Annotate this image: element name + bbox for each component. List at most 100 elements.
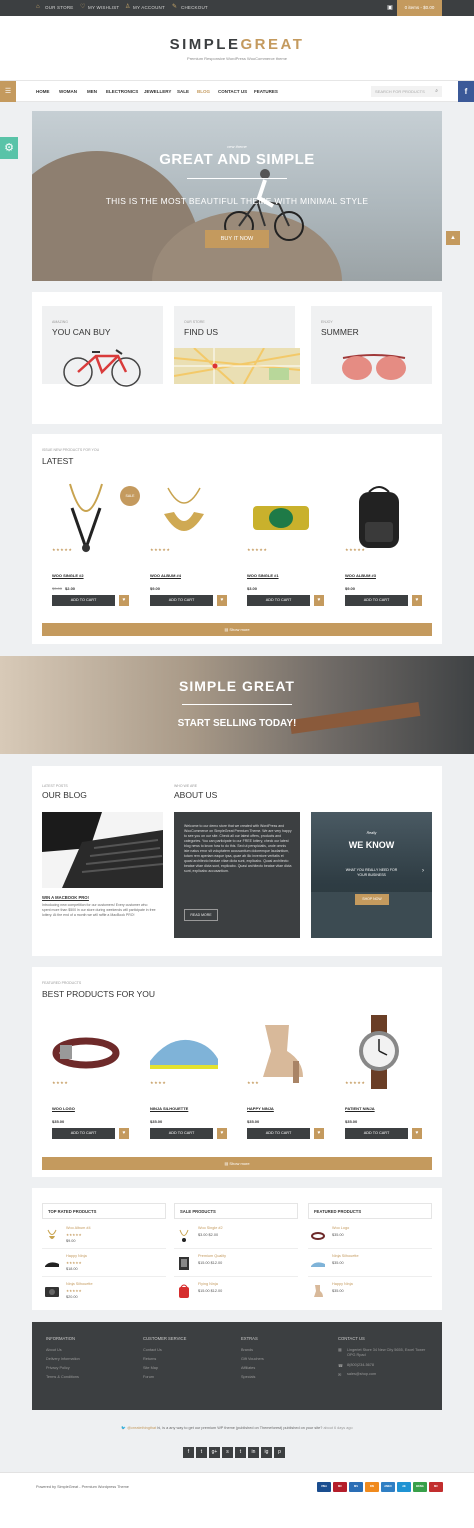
rating-stars: ★★★★★: [247, 547, 268, 552]
product-name[interactable]: WOO ALBUM #3: [345, 573, 376, 578]
instagram-icon[interactable]: ig: [261, 1447, 272, 1458]
list-item[interactable]: Woo Logo $35.00: [308, 1223, 432, 1249]
search-input[interactable]: SEARCH FOR PRODUCTS ⌕: [371, 86, 442, 97]
wishlist-icon[interactable]: ♥: [217, 595, 227, 606]
site-logo[interactable]: SIMPLEGREAT: [0, 36, 474, 53]
scroll-up-icon[interactable]: ▲: [446, 231, 460, 245]
list-item[interactable]: Woo Single #2 $3.00 $2.00: [174, 1223, 298, 1249]
list-item[interactable]: Ninja Silhouette ★★★★★ $20.00: [42, 1279, 166, 1305]
list-item[interactable]: Flying Ninja $15.00 $12.00: [174, 1279, 298, 1305]
rating-stars: ★★★★★: [150, 547, 171, 552]
product-name[interactable]: PATIENT NINJA: [345, 1106, 375, 1111]
nav-contact-us[interactable]: CONTACT US: [218, 89, 247, 94]
discover-icon: DIS: [365, 1482, 379, 1492]
promo-you-can-buy[interactable]: AMAZING YOU CAN BUY: [42, 306, 163, 387]
footer-extras: EXTRAS Brands Gift Vouchers Affiliates S…: [241, 1336, 264, 1379]
read-more-button[interactable]: READ MORE: [184, 909, 218, 921]
footer-contact: CONTACT US ▦ Lingeriet Store 34 New City …: [338, 1336, 426, 1377]
add-to-cart-button[interactable]: ADD TO CART: [150, 595, 213, 606]
facebook-icon[interactable]: f: [183, 1447, 194, 1458]
our-store-link[interactable]: OUR STORE: [45, 5, 73, 10]
nav-electronics[interactable]: ELECTRONICS: [106, 89, 138, 94]
footer-link[interactable]: Returns: [143, 1357, 186, 1361]
blog-post-image[interactable]: [42, 812, 163, 888]
product-name[interactable]: WOO LOGO: [52, 1106, 75, 1111]
facebook-icon[interactable]: f: [458, 81, 474, 102]
add-to-cart-button[interactable]: ADD TO CART: [345, 1128, 408, 1139]
product-name[interactable]: WOO SINGLE #1: [247, 573, 279, 578]
my-account-link[interactable]: MY ACCOUNT: [133, 5, 165, 10]
buy-it-now-button[interactable]: BUY IT NOW: [205, 230, 269, 248]
nav-sale[interactable]: SALE: [177, 89, 189, 94]
nav-blog[interactable]: BLOG: [197, 89, 210, 94]
list-item[interactable]: Happy Ninja ★★★★★ $18.00: [42, 1251, 166, 1277]
list-item[interactable]: Happy Ninja $35.00: [308, 1279, 432, 1305]
cart-icon[interactable]: ▣: [383, 0, 397, 16]
product-name[interactable]: WOO SINGLE #2: [52, 573, 84, 578]
card-icon: MC: [429, 1482, 443, 1492]
nav-features[interactable]: FEATURES: [254, 89, 278, 94]
shop-now-button[interactable]: SHOP NOW: [355, 894, 389, 905]
product-price: $35.00: [345, 1119, 358, 1124]
footer-link[interactable]: Site Map: [143, 1366, 186, 1370]
product-name[interactable]: NINJA SILHOUETTE: [150, 1106, 188, 1111]
add-to-cart-button[interactable]: ADD TO CART: [150, 1128, 213, 1139]
nav-men[interactable]: MEN: [87, 89, 97, 94]
footer-link[interactable]: Brands: [241, 1348, 264, 1352]
hero-kicker: new theme: [227, 144, 247, 149]
footer-link[interactable]: Terms & Conditions: [46, 1375, 80, 1379]
list-item[interactable]: Premium Quality $15.00 $12.00: [174, 1251, 298, 1277]
nav-woman[interactable]: WOMAN: [59, 89, 77, 94]
wishlist-icon[interactable]: ♥: [412, 1128, 422, 1139]
menu-icon[interactable]: ☰: [0, 81, 16, 102]
show-more-button[interactable]: ▤ Show more: [42, 623, 432, 636]
product-name[interactable]: HAPPY NINJA: [247, 1106, 274, 1111]
wishlist-icon[interactable]: ♥: [119, 1128, 129, 1139]
wishlist-icon[interactable]: ♥: [314, 595, 324, 606]
linkedin-icon[interactable]: in: [248, 1447, 259, 1458]
tumblr-icon[interactable]: t: [235, 1447, 246, 1458]
search-icon[interactable]: ⌕: [435, 86, 438, 97]
settings-gear-icon[interactable]: ⚙: [0, 137, 18, 159]
list-item[interactable]: Woo Album #4 ★★★★★ $9.00: [42, 1223, 166, 1249]
visa-icon: VISA: [317, 1482, 331, 1492]
nav-home[interactable]: HOME: [36, 89, 50, 94]
promo-find-us[interactable]: OUR STORE FIND US: [174, 306, 300, 384]
wishlist-link[interactable]: MY WISHLIST: [88, 5, 119, 10]
footer-link[interactable]: Delivery Information: [46, 1357, 80, 1361]
blog-post-title[interactable]: WIN A MACBOOK PRO!: [42, 895, 89, 900]
address-icon: ▦: [338, 1348, 342, 1352]
footer-link[interactable]: Forum: [143, 1375, 186, 1379]
wishlist-icon[interactable]: ♥: [119, 595, 129, 606]
add-to-cart-button[interactable]: ADD TO CART: [52, 1128, 115, 1139]
google-plus-icon[interactable]: g+: [209, 1447, 220, 1458]
checkout-link[interactable]: CHECKOUT: [181, 5, 208, 10]
footer-link[interactable]: Affiliates: [241, 1366, 264, 1370]
featured-products-list: FEATURED PRODUCTS Woo Logo $35.00 Ninja S…: [308, 1203, 432, 1314]
add-to-cart-button[interactable]: ADD TO CART: [345, 595, 408, 606]
footer-link[interactable]: Privacy Policy: [46, 1366, 80, 1370]
product-name[interactable]: WOO ALBUM #4: [150, 573, 181, 578]
add-to-cart-button[interactable]: ADD TO CART: [247, 595, 310, 606]
cart-summary[interactable]: 0 items - $0.00: [397, 0, 442, 16]
promo-panel: AMAZING YOU CAN BUY OUR STORE FIND US EN…: [32, 292, 442, 424]
pinterest-icon[interactable]: p: [274, 1447, 285, 1458]
maestro-icon: MS: [349, 1482, 363, 1492]
wishlist-icon[interactable]: ♥: [412, 595, 422, 606]
add-to-cart-button[interactable]: ADD TO CART: [247, 1128, 310, 1139]
promo-summer[interactable]: ENJOY SUMMER: [311, 306, 432, 384]
chevron-right-icon[interactable]: ›: [422, 868, 424, 874]
skype-icon[interactable]: s: [222, 1447, 233, 1458]
footer-link[interactable]: Contact Us: [143, 1348, 186, 1352]
footer-link[interactable]: About Us: [46, 1348, 80, 1352]
footer-link[interactable]: Specials: [241, 1375, 264, 1379]
nav-jewellery[interactable]: JEWELLERY: [144, 89, 171, 94]
list-item[interactable]: Ninja Silhouette $35.00: [308, 1251, 432, 1277]
add-to-cart-button[interactable]: ADD TO CART: [52, 595, 115, 606]
footer-link[interactable]: Gift Vouchers: [241, 1357, 264, 1361]
tweet-handle[interactable]: @createthingthat: [127, 1426, 156, 1430]
wishlist-icon[interactable]: ♥: [314, 1128, 324, 1139]
wishlist-icon[interactable]: ♥: [217, 1128, 227, 1139]
twitter-icon[interactable]: t: [196, 1447, 207, 1458]
show-more-button[interactable]: ▤ Show more: [42, 1157, 432, 1170]
